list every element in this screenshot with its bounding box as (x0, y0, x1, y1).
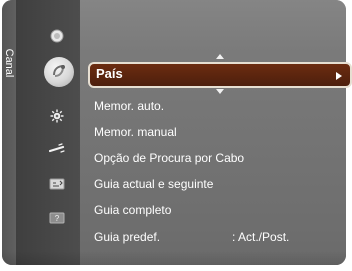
icon-column: ? (16, 0, 80, 265)
menu-item-opcao-procura-cabo[interactable]: Opção de Procura por Cabo (94, 150, 244, 166)
side-tab: Canal (2, 0, 16, 265)
menu-item-guia-predef[interactable]: Guia predef. (94, 229, 160, 245)
guide-default-value: : Act./Post. (232, 230, 290, 244)
scroll-down-icon (216, 89, 224, 94)
help-icon: ? (49, 210, 65, 226)
svg-text:?: ? (55, 214, 60, 223)
selected-menu-highlight[interactable] (88, 62, 352, 88)
gear-icon (49, 108, 65, 124)
side-tab-label: Canal (3, 48, 15, 78)
tv-menu-screen: Canal ? País Memor. auto. Memor. manual … (0, 0, 352, 271)
chevron-right-icon (336, 72, 342, 80)
bottom-shadow (2, 251, 346, 265)
satellite-dish-icon (44, 57, 74, 87)
wand-icon (49, 141, 65, 157)
menu-item-guia-actual-seguinte[interactable]: Guia actual e seguinte (94, 176, 213, 192)
menu-item-memor-auto[interactable]: Memor. auto. (94, 98, 164, 114)
scroll-up-icon (216, 54, 224, 59)
tv-guide-icon (49, 176, 65, 192)
menu-item-pais[interactable]: País (96, 66, 123, 82)
menu-item-guia-completo[interactable]: Guia completo (94, 202, 171, 218)
signal-icon (49, 28, 65, 44)
menu-item-memor-manual[interactable]: Memor. manual (94, 124, 177, 140)
